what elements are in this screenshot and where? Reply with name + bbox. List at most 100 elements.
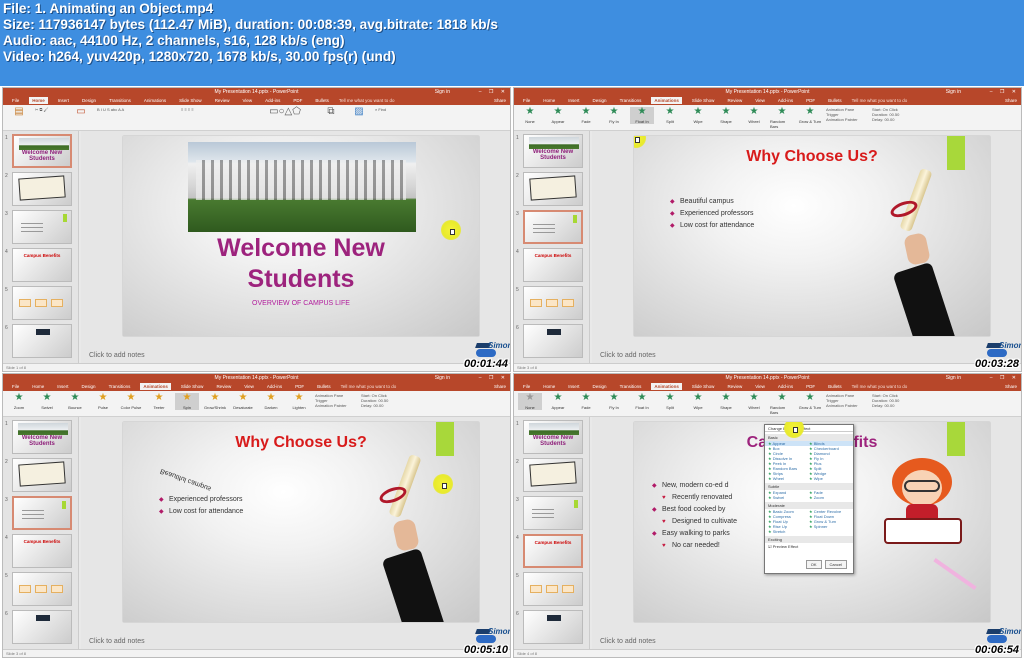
effect-shape[interactable]: ★ Shape (714, 107, 738, 125)
tell-me-search[interactable]: Tell me what you want to do (852, 384, 908, 389)
effect-split[interactable]: ★ Split (658, 393, 682, 411)
thumbnail-slide-1[interactable]: Welcome New Students (523, 420, 583, 454)
tab-view[interactable]: View (752, 383, 768, 390)
effect-option[interactable]: Swivel (768, 495, 809, 500)
bullet-list[interactable]: New, modern co-ed d Recently renovated B… (652, 480, 737, 552)
tab-home[interactable]: Home (540, 383, 558, 390)
effect-appear[interactable]: ★ Appear (546, 393, 570, 411)
new-slide-button[interactable]: ▭ (69, 107, 93, 119)
slide-title[interactable]: Why Choose Us? (634, 148, 990, 166)
tab-view[interactable]: View (241, 383, 257, 390)
effect-row[interactable]: SwivelZoom (765, 495, 853, 500)
tab-design[interactable]: Design (79, 97, 99, 104)
effect-teeter[interactable]: ★ Teeter (147, 393, 171, 411)
notes-placeholder[interactable]: Click to add notes (600, 352, 656, 359)
thumbnail-slide-4[interactable]: Campus Benefits (12, 534, 72, 568)
effect-zoom[interactable]: ★ Zoom (7, 393, 31, 411)
thumbnail-slide-5[interactable] (12, 286, 72, 320)
tab-review[interactable]: Review (724, 97, 745, 104)
tell-me-search[interactable]: Tell me what you want to do (341, 384, 397, 389)
effect-fly-in[interactable]: ★ Fly In (602, 393, 626, 411)
effect-option[interactable]: Wheel (768, 476, 809, 481)
slide-campus[interactable]: Campus Benefits New, modern co-ed d Rece… (634, 422, 990, 622)
tab-review[interactable]: Review (724, 383, 745, 390)
thumbnail-slide-3[interactable] (12, 210, 72, 244)
delay-field[interactable]: Delay: 00.00 (872, 117, 912, 122)
tab-file[interactable]: File (520, 383, 533, 390)
tab-transitions[interactable]: Transitions (617, 383, 645, 390)
slide-title[interactable]: Why Choose Us? (123, 434, 479, 452)
tell-me-search[interactable]: Tell me what you want to do (852, 98, 908, 103)
effect-appear[interactable]: ★ Appear (546, 107, 570, 125)
thumbnail-slide-5[interactable] (12, 572, 72, 606)
effect-grow-shrink[interactable]: ★ Grow/Shrink (203, 393, 227, 411)
effect-split[interactable]: ★ Split (658, 107, 682, 125)
animation-painter-button[interactable]: Animation Painter (826, 117, 868, 122)
effect-swivel[interactable]: ★ Swivel (35, 393, 59, 411)
ok-button[interactable]: OK (805, 560, 822, 569)
tab-insert[interactable]: Insert (54, 383, 71, 390)
cancel-button[interactable]: Cancel (824, 560, 847, 569)
effect-bounce[interactable]: ★ Bounce (63, 393, 87, 411)
tab-transitions[interactable]: Transitions (106, 97, 134, 104)
change-entrance-effect-dialog[interactable]: Change Entrance Effect Basic AppearBlind… (764, 424, 854, 574)
tab-add-ins[interactable]: Add-ins (775, 97, 796, 104)
tab-file[interactable]: File (520, 97, 533, 104)
tab-file[interactable]: File (9, 383, 22, 390)
tab-pdf[interactable]: PDF (290, 97, 305, 104)
share-button[interactable]: Share (1005, 384, 1017, 389)
effect-option[interactable]: Spinner (809, 524, 850, 529)
thumbnail-slide-3[interactable] (523, 496, 583, 530)
thumbnail-slide-4[interactable]: Campus Benefits (523, 534, 583, 568)
thumbnail-slide-1[interactable]: Welcome New Students (523, 134, 583, 168)
effect-wipe[interactable]: ★ Wipe (686, 393, 710, 411)
slide-welcome[interactable]: Welcome New Students OVERVIEW OF CAMPUS L… (123, 136, 479, 336)
thumbnail-slide-2[interactable] (12, 458, 72, 492)
effect-none[interactable]: ★ None (518, 393, 542, 410)
share-button[interactable]: Share (494, 384, 506, 389)
effect-color-pulse[interactable]: ★ Color Pulse (119, 393, 143, 411)
effect-grow-turn[interactable]: ★ Grow & Turn (798, 393, 822, 411)
tab-design[interactable]: Design (590, 383, 610, 390)
tab-pdf[interactable]: PDF (292, 383, 307, 390)
delay-field[interactable]: Delay: 00.00 (872, 403, 912, 408)
bullet-list[interactable]: Experienced professors Low cost for atte… (159, 494, 243, 518)
tab-transitions[interactable]: Transitions (106, 383, 134, 390)
preview-effect-checkbox[interactable]: ☑ Preview Effect (765, 543, 853, 550)
thumbnail-slide-6[interactable] (12, 324, 72, 358)
reading-girl-clipart[interactable] (880, 458, 966, 548)
thumbnail-slide-6[interactable] (523, 610, 583, 644)
effect-float-in[interactable]: ★ Float In (630, 393, 654, 411)
window-controls[interactable]: – ❐ ✕ (990, 374, 1019, 382)
tab-animations[interactable]: Animations (651, 97, 682, 104)
animation-painter-button[interactable]: Animation Painter (315, 403, 357, 408)
graduate-hand-image[interactable] (886, 166, 956, 336)
tab-home[interactable]: Home (29, 97, 48, 104)
sign-in-link[interactable]: Sign in (946, 88, 961, 96)
tab-add-ins[interactable]: Add-ins (262, 97, 283, 104)
effect-none[interactable]: ★ None (518, 107, 542, 125)
tab-home[interactable]: Home (29, 383, 47, 390)
share-button[interactable]: Share (1005, 98, 1017, 103)
tab-pdf[interactable]: PDF (803, 383, 818, 390)
effect-fly-in[interactable]: ★ Fly In (602, 107, 626, 125)
tab-animations[interactable]: Animations (140, 383, 171, 390)
effect-float-in[interactable]: ★ Float In (630, 107, 654, 124)
tab-review[interactable]: Review (213, 383, 234, 390)
tab-transitions[interactable]: Transitions (617, 97, 645, 104)
tab-review[interactable]: Review (212, 97, 233, 104)
thumbnail-slide-3[interactable] (523, 210, 583, 244)
tab-home[interactable]: Home (540, 97, 558, 104)
window-controls[interactable]: – ❐ ✕ (479, 374, 508, 382)
tell-me-search[interactable]: Tell me what you want to do (339, 98, 395, 103)
tab-animations[interactable]: Animations (141, 97, 169, 104)
tab-add-ins[interactable]: Add-ins (264, 383, 285, 390)
paste-button[interactable]: ▤ (7, 107, 31, 119)
tab-add-ins[interactable]: Add-ins (775, 383, 796, 390)
effect-row[interactable]: Stretch (765, 529, 853, 534)
tab-slide-show[interactable]: Slide Show (689, 383, 718, 390)
arrange-button[interactable]: ⧉ (319, 107, 343, 119)
tab-insert[interactable]: Insert (565, 97, 582, 104)
animation-painter-button[interactable]: Animation Painter (826, 403, 868, 408)
effect-option[interactable]: Stretch (768, 529, 810, 534)
